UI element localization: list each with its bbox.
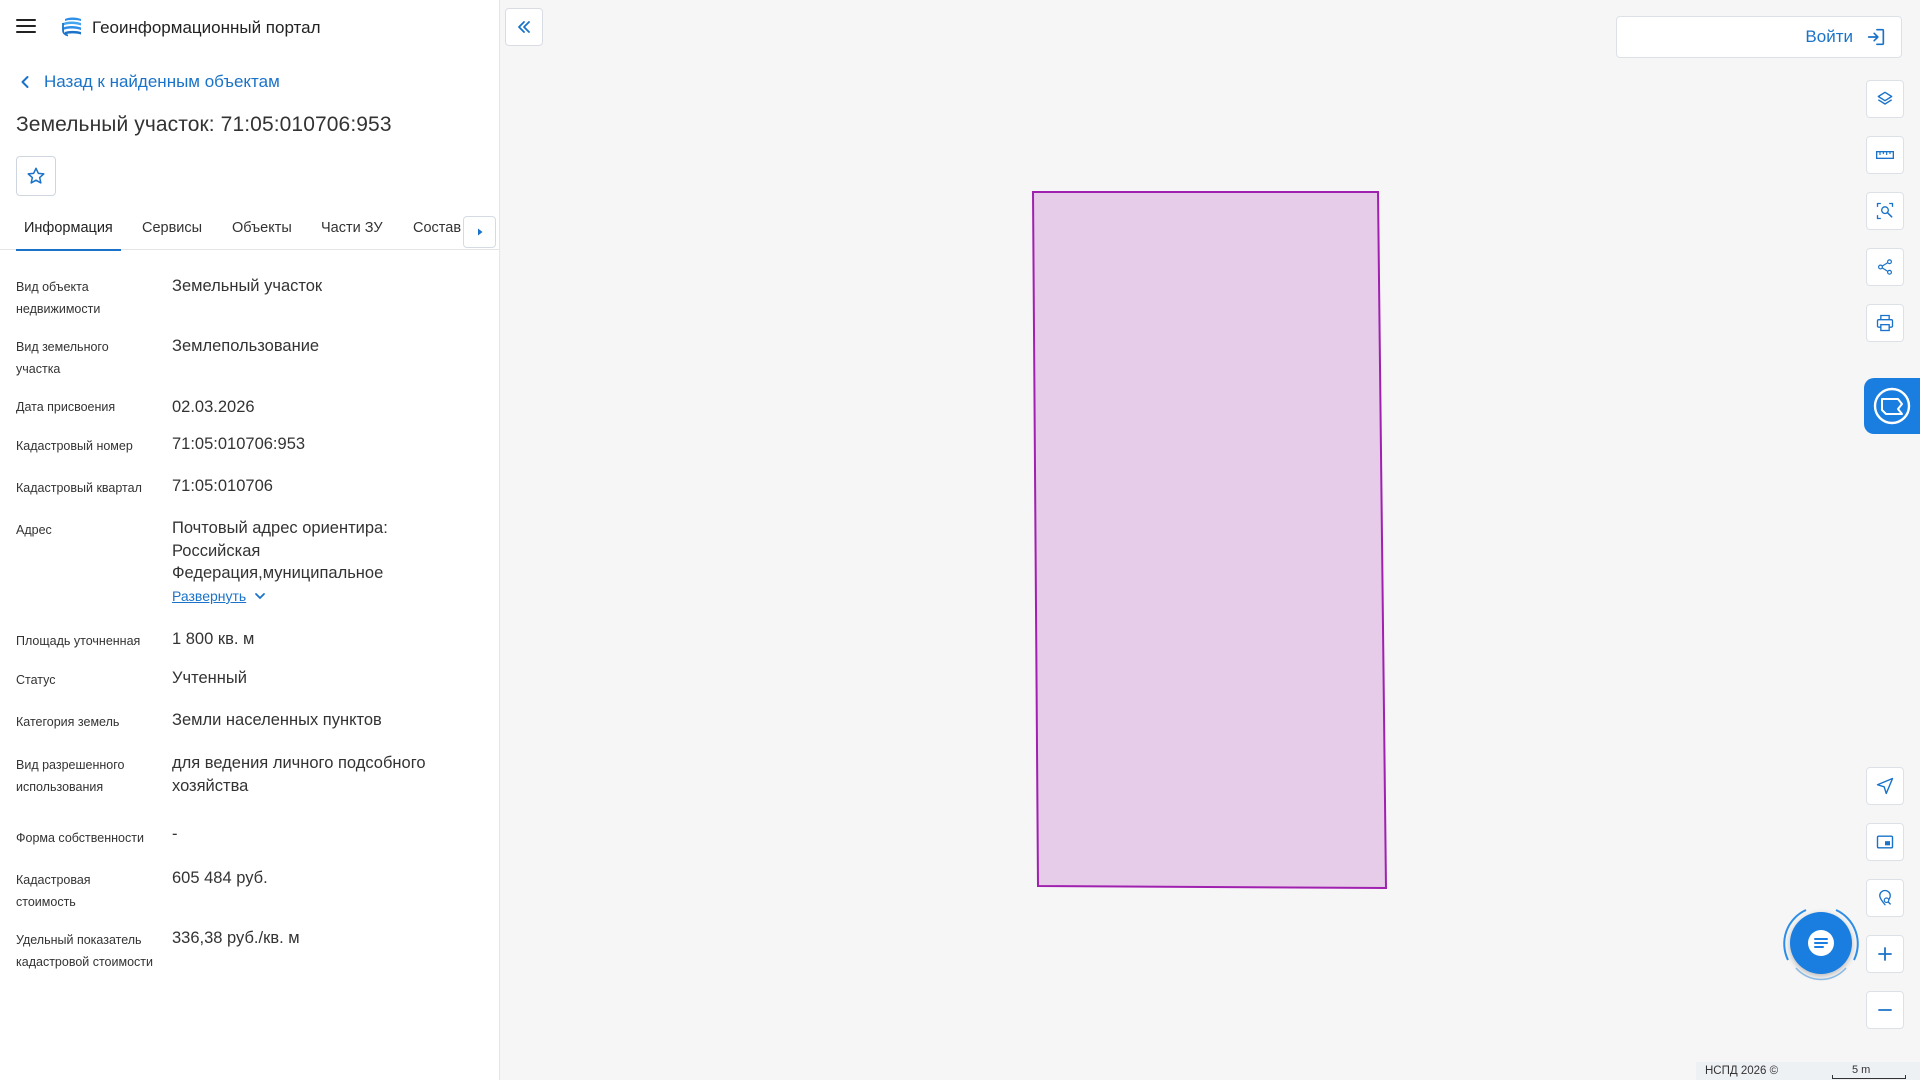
tab-services[interactable]: Сервисы: [142, 220, 202, 250]
property-label: Кадастровая стоимость: [16, 873, 91, 909]
back-link-label: Назад к найденным объектам: [44, 72, 280, 91]
chevron-down-icon: [255, 593, 266, 600]
gosuslugi-icon: [1873, 387, 1911, 425]
app-title: Геоинформационный портал: [92, 18, 321, 37]
chat-icon: [1808, 930, 1834, 956]
property-label: Форма собственности: [16, 831, 144, 845]
sign-in-icon: [1867, 28, 1885, 46]
tabs-scroll-right-button[interactable]: [463, 216, 496, 248]
print-button[interactable]: [1866, 304, 1904, 342]
tab-objects[interactable]: Объекты: [232, 220, 292, 250]
property-value: Почтовый адрес ориентира: Российская Фед…: [172, 519, 388, 582]
minimap-button[interactable]: [1866, 823, 1904, 861]
location-search-button[interactable]: [1866, 879, 1904, 917]
back-to-results-link[interactable]: Назад к найденным объектам: [20, 72, 280, 92]
chat-widget: [1776, 898, 1866, 988]
attribution-text: НСПД 2026 ©: [1705, 1065, 1779, 1077]
property-value: Учтенный: [172, 669, 247, 687]
ruler-button[interactable]: [1866, 136, 1904, 174]
minimap-icon: [1876, 835, 1894, 849]
hamburger-icon[interactable]: [16, 14, 40, 38]
property-value: для ведения личного подсобного хозяйства: [172, 754, 426, 795]
share-button[interactable]: [1866, 248, 1904, 286]
zoom-in-button[interactable]: [1866, 935, 1904, 973]
property-value: Земельный участок: [172, 277, 323, 295]
scale-bar-line: [1832, 1075, 1906, 1079]
info-panel: Геоинформационный портал Назад к найденн…: [0, 0, 500, 1080]
tab-composition[interactable]: Состав: [413, 220, 461, 250]
area-select-button[interactable]: [1866, 192, 1904, 230]
chat-button[interactable]: [1790, 912, 1852, 974]
property-label: Адрес: [16, 523, 52, 537]
property-value: 02.03.2026: [172, 398, 255, 416]
map-canvas[interactable]: [501, 0, 1920, 1080]
zoom-out-button[interactable]: [1866, 991, 1904, 1029]
tab-parcel-parts[interactable]: Части ЗУ: [321, 220, 383, 250]
tab-information[interactable]: Информация: [16, 220, 121, 251]
area-select-icon: [1876, 202, 1894, 220]
printer-icon: [1876, 314, 1894, 332]
ruler-icon: [1876, 151, 1894, 159]
layers-icon: [1877, 91, 1893, 105]
property-label: Кадастровый номер: [16, 439, 133, 453]
scale-bar: 5 m: [1830, 1062, 1910, 1080]
login-button[interactable]: Войти: [1616, 16, 1902, 58]
navigation-arrow-icon: [1876, 777, 1894, 795]
property-label: Вид объекта недвижимости: [16, 280, 101, 316]
caret-right-icon: [477, 228, 482, 236]
property-value: Землепользование: [172, 337, 320, 355]
share-icon: [1878, 259, 1892, 275]
property-label: Площадь уточненная: [16, 634, 141, 648]
double-chevron-left-icon: [518, 21, 530, 33]
plus-icon: [1878, 947, 1892, 961]
land-parcel-polygon[interactable]: [501, 0, 1920, 1080]
property-value: 336,38 руб./кв. м: [172, 929, 300, 947]
property-value: -: [172, 825, 178, 843]
favorite-button[interactable]: [16, 156, 56, 196]
property-label: Категория земель: [16, 715, 120, 729]
location-search-icon: [1879, 889, 1891, 906]
property-label: Кадастровый квартал: [16, 481, 142, 495]
property-value: 1 800 кв. м: [172, 630, 255, 648]
locate-button[interactable]: [1866, 767, 1904, 805]
star-icon: [27, 167, 45, 184]
property-label: Вид разрешенного использования: [16, 758, 125, 794]
login-label: Войти: [1805, 27, 1853, 46]
property-label: Статус: [16, 673, 56, 687]
property-label: Вид земельного участка: [16, 340, 109, 376]
page-title: Земельный участок: 71:05:010706:953: [16, 113, 392, 136]
expand-address-link[interactable]: Развернуть: [172, 588, 266, 604]
property-value: 605 484 руб.: [172, 869, 268, 887]
property-value: 71:05:010706:953: [172, 435, 306, 453]
expand-link-label: Развернуть: [172, 588, 247, 604]
property-value: 71:05:010706: [172, 477, 273, 495]
app-header: Геоинформационный портал: [0, 0, 500, 56]
portal-logo-icon: [60, 15, 84, 39]
collapse-panel-button[interactable]: [505, 8, 543, 46]
property-value: Земли населенных пунктов: [172, 711, 382, 729]
property-label: Удельный показатель кадастровой стоимост…: [16, 933, 153, 969]
tab-bar: Информация Сервисы Объекты Части ЗУ Сост…: [0, 214, 500, 251]
layers-button[interactable]: [1866, 80, 1904, 118]
gosuslugi-button[interactable]: [1864, 378, 1920, 434]
chevron-left-icon: [21, 76, 29, 88]
property-label: Дата присвоения: [16, 400, 116, 414]
minus-icon: [1878, 1009, 1892, 1011]
